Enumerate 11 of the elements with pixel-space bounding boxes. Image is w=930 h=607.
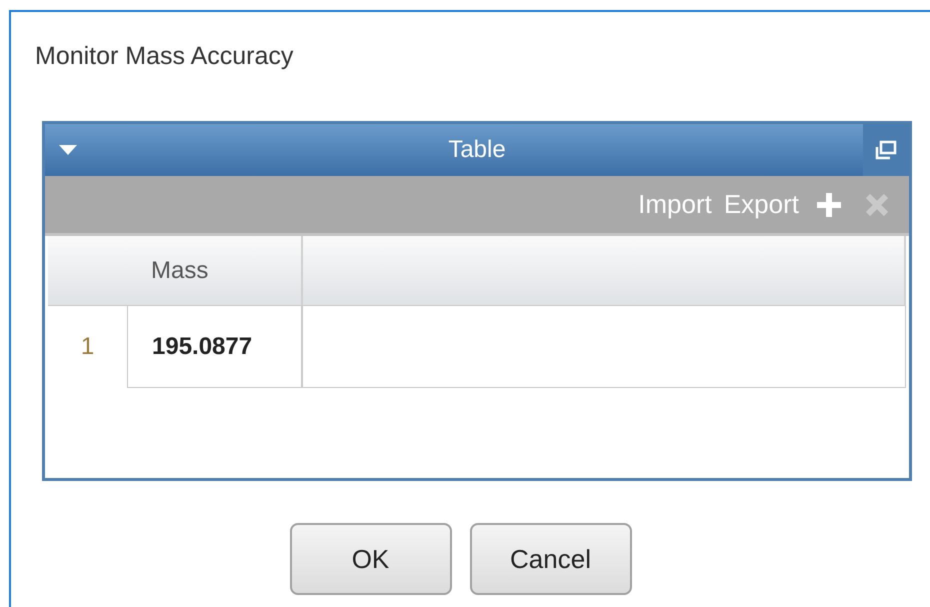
panel-title: Table	[448, 136, 506, 163]
table-cell: 195.0877	[127, 306, 303, 388]
dialog-title: Monitor Mass Accuracy	[35, 42, 294, 71]
restore-button[interactable]	[863, 124, 909, 176]
ok-button[interactable]: OK	[290, 523, 452, 595]
cancel-button[interactable]: Cancel	[470, 523, 632, 595]
column-header: Mass	[127, 236, 303, 306]
row-number: 1	[80, 332, 96, 362]
caret-icon[interactable]	[59, 145, 77, 155]
plus-icon	[815, 190, 843, 218]
restore-icon	[875, 140, 897, 160]
